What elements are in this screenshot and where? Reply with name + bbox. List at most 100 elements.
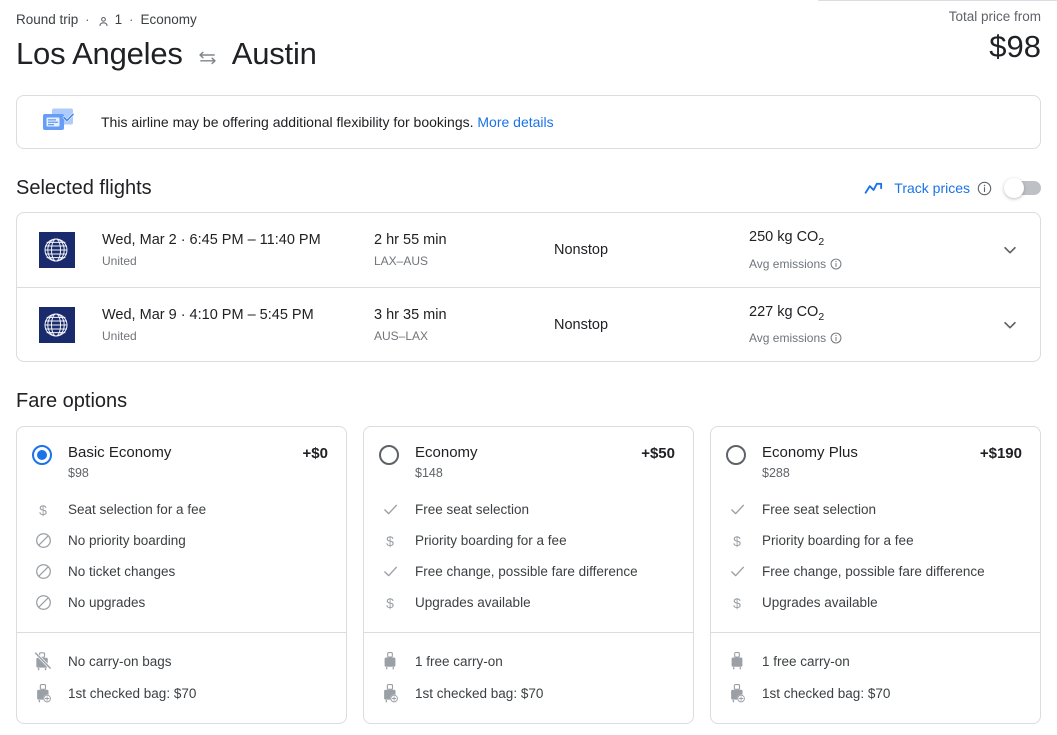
flight-airline: United xyxy=(102,252,374,270)
fare-name: Basic Economy xyxy=(68,443,171,463)
flight-duration: 3 hr 35 min xyxy=(374,305,554,325)
info-icon[interactable] xyxy=(830,332,842,344)
fare-radio-button[interactable] xyxy=(32,445,52,465)
track-prices-control[interactable]: Track prices xyxy=(864,180,1041,196)
fare-card[interactable]: Economy$148+$50 Free seat selection $Prior… xyxy=(363,426,694,724)
flight-row[interactable]: Wed, Mar 2 · 6:45 PM – 11:40 PM United 2… xyxy=(17,213,1040,287)
more-details-link[interactable]: More details xyxy=(477,114,553,130)
united-airlines-logo xyxy=(39,232,75,268)
carry-on-bag-icon xyxy=(379,652,401,670)
fare-baggage-label: 1 free carry-on xyxy=(415,654,503,669)
fare-card-header: Economy Plus$288+$190 xyxy=(711,427,1040,482)
origin-city: Los Angeles xyxy=(16,34,183,74)
trending-line-icon xyxy=(864,181,885,196)
flight-route: LAX–AUS xyxy=(374,252,554,270)
block-icon xyxy=(32,563,54,580)
fare-feature-row: Free seat selection xyxy=(726,494,1022,525)
fare-feature-row: $ Seat selection for a fee xyxy=(32,494,328,525)
fare-card-header: Economy$148+$50 xyxy=(364,427,693,482)
fare-price-delta: +$0 xyxy=(303,443,328,465)
trip-type-label: Round trip xyxy=(16,12,78,28)
fare-baggage-list: 1 free carry-on 1st checked bag: $70 xyxy=(711,632,1040,723)
emissions-note-row: Avg emissions xyxy=(749,329,919,347)
emissions-note: Avg emissions xyxy=(749,257,826,271)
flight-emissions: 250 kg CO2 xyxy=(749,227,919,253)
emissions-subscript: 2 xyxy=(818,237,824,248)
flight-stops: Nonstop xyxy=(554,315,749,335)
fare-baggage-label: 1st checked bag: $70 xyxy=(68,686,196,701)
fare-feature-label: No upgrades xyxy=(68,595,145,610)
flight-stops: Nonstop xyxy=(554,240,749,260)
chevron-down-icon[interactable] xyxy=(998,313,1022,337)
fare-feature-label: Priority boarding for a fee xyxy=(762,533,914,548)
fare-feature-label: No ticket changes xyxy=(68,564,175,579)
flexibility-banner-text: This airline may be offering additional … xyxy=(101,114,554,130)
flight-date-time: Wed, Mar 9 · 4:10 PM – 5:45 PM xyxy=(102,305,374,325)
flight-schedule: Wed, Mar 2 · 6:45 PM – 11:40 PM United xyxy=(102,230,374,270)
fare-feature-label: Seat selection for a fee xyxy=(68,502,206,517)
dollar-icon: $ xyxy=(726,595,748,611)
dollar-icon: $ xyxy=(32,502,54,518)
fare-name-block: Economy$148 xyxy=(415,443,478,482)
fare-card-header: Basic Economy$98+$0 xyxy=(17,427,346,482)
no-carry-on-bag-icon xyxy=(32,652,54,671)
fare-baggage-label: 1st checked bag: $70 xyxy=(762,686,890,701)
fare-name-block: Economy Plus$288 xyxy=(762,443,858,482)
info-icon[interactable] xyxy=(977,181,992,196)
chevron-down-icon[interactable] xyxy=(998,238,1022,262)
fare-feature-label: Upgrades available xyxy=(415,595,531,610)
info-icon[interactable] xyxy=(830,258,842,270)
fare-feature-list: Free seat selection $Priority boarding fo… xyxy=(364,482,693,632)
fare-radio-button[interactable] xyxy=(726,445,746,465)
toggle-knob xyxy=(1004,178,1024,198)
emissions-subscript: 2 xyxy=(818,311,824,322)
block-icon xyxy=(32,532,54,549)
meta-separator-1: · xyxy=(85,12,89,28)
fare-feature-row: $Priority boarding for a fee xyxy=(379,525,675,556)
fare-feature-row: Free change, possible fare difference xyxy=(379,556,675,587)
flexible-ticket-icon xyxy=(41,107,75,137)
total-price-label: Total price from xyxy=(949,8,1041,26)
flight-emissions-block: 250 kg CO2 Avg emissions xyxy=(749,227,919,273)
check-icon xyxy=(726,563,748,580)
flight-booking-page: Round trip · 1 · Economy Los Angeles Aus… xyxy=(0,0,1057,735)
flight-date-time: Wed, Mar 2 · 6:45 PM – 11:40 PM xyxy=(102,230,374,250)
flexibility-banner: This airline may be offering additional … xyxy=(16,95,1041,149)
checked-bag-add-icon xyxy=(32,684,54,703)
track-prices-toggle[interactable] xyxy=(1007,181,1041,195)
fare-card[interactable]: Basic Economy$98+$0 $ Seat selection for a… xyxy=(16,426,347,724)
fare-baggage-label: 1 free carry-on xyxy=(762,654,850,669)
banner-message: This airline may be offering additional … xyxy=(101,114,474,130)
flight-duration: 2 hr 55 min xyxy=(374,230,554,250)
fare-feature-row: $Upgrades available xyxy=(726,587,1022,618)
checked-bag-add-icon xyxy=(379,684,401,703)
emissions-note-row: Avg emissions xyxy=(749,255,919,273)
fare-feature-row: Free change, possible fare difference xyxy=(726,556,1022,587)
fare-name: Economy Plus xyxy=(762,443,858,463)
fare-radio-button[interactable] xyxy=(379,445,399,465)
check-icon xyxy=(379,563,401,580)
fare-options-header: Fare options xyxy=(16,387,1041,415)
flight-row[interactable]: Wed, Mar 9 · 4:10 PM – 5:45 PM United 3 … xyxy=(17,287,1040,361)
fare-feature-label: Free change, possible fare difference xyxy=(762,564,985,579)
fare-feature-list: $ Seat selection for a fee No priority boa… xyxy=(17,482,346,632)
fare-feature-row: No ticket changes xyxy=(32,556,328,587)
emissions-note: Avg emissions xyxy=(749,331,826,345)
flight-duration-block: 3 hr 35 min AUS–LAX xyxy=(374,305,554,345)
fare-card[interactable]: Economy Plus$288+$190 Free seat selection… xyxy=(710,426,1041,724)
fare-feature-label: Free change, possible fare difference xyxy=(415,564,638,579)
passenger-count: 1 xyxy=(115,12,123,28)
fare-feature-row: $ Upgrades available xyxy=(379,587,675,618)
fare-baggage-row: 1st checked bag: $70 xyxy=(32,677,328,709)
destination-city: Austin xyxy=(232,34,317,74)
fare-feature-row: No priority boarding xyxy=(32,525,328,556)
flight-stops-block: Nonstop xyxy=(554,240,749,260)
fare-feature-label: Free seat selection xyxy=(415,502,529,517)
dollar-icon: $ xyxy=(726,533,748,549)
dollar-icon: $ xyxy=(379,595,401,611)
selected-flights-header: Selected flights Track prices xyxy=(16,174,1041,202)
flight-airline: United xyxy=(102,327,374,345)
check-icon xyxy=(726,501,748,518)
flight-stops-block: Nonstop xyxy=(554,315,749,335)
block-icon xyxy=(32,594,54,611)
